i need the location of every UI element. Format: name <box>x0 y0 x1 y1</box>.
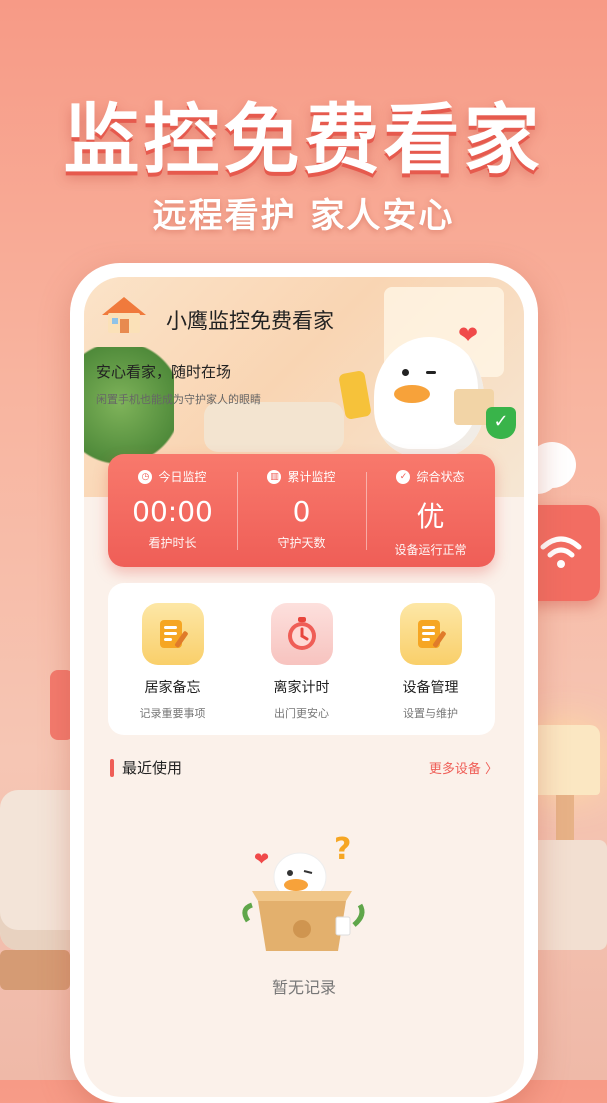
stat-label: 累计监控 <box>287 470 336 484</box>
tool-name: 离家计时 <box>273 680 330 696</box>
tool-away-timer[interactable]: 离家计时 出门更安心 <box>237 583 366 735</box>
stat-label: 综合状态 <box>416 470 465 484</box>
monitoring-stats-card: ◷ 今日监控 00:00 看护时长 ▥ 累计监控 0 守护天数 ✓ 综合状态 优 设备… <box>108 454 495 567</box>
duck-beak <box>394 385 430 403</box>
tool-device-manage[interactable]: 设备管理 设置与维护 <box>366 583 495 735</box>
svg-text:❤: ❤ <box>254 849 269 870</box>
app-title: 小鹰监控免费看家 <box>166 309 334 333</box>
stopwatch-icon <box>270 603 333 665</box>
notepad-edit-icon <box>399 603 462 665</box>
app-tagline-small: 闲置手机也能成为守护家人的眼睛 <box>96 393 261 406</box>
sofa-illustration <box>204 402 344 452</box>
table-decoration <box>0 950 70 990</box>
tool-name: 居家备忘 <box>144 680 201 696</box>
phone-frame: ❤ ✓ 小鹰监控免费看家 安心看家，随时在场 闲置手机也能成为守护家人的眼睛 ◷… <box>70 263 538 1103</box>
stat-label: 今日监控 <box>158 470 207 484</box>
app-tagline: 安心看家，随时在场 <box>96 363 232 381</box>
tool-desc: 设置与维护 <box>403 707 458 720</box>
heart-icon: ❤ <box>458 321 479 349</box>
stat-sub: 守护天数 <box>277 536 326 550</box>
empty-state-text: 暂无记录 <box>271 978 336 997</box>
shield-icon: ✓ <box>396 469 411 484</box>
recent-section-title: 最近使用 <box>122 759 183 777</box>
poster-headline: 监控免费看家 <box>63 95 544 184</box>
shield-check-icon: ✓ <box>486 407 516 439</box>
empty-box-illustration: ? ❤ <box>242 832 365 951</box>
house-icon <box>102 297 146 333</box>
cabinet-decoration <box>528 840 607 950</box>
more-devices-link[interactable]: 更多设备 〉 <box>429 758 498 777</box>
notepad-icon <box>141 603 204 665</box>
stat-value: 优 <box>416 500 445 533</box>
app-screen: ❤ ✓ 小鹰监控免费看家 安心看家，随时在场 闲置手机也能成为守护家人的眼睛 ◷… <box>84 277 524 1097</box>
svg-text:?: ? <box>334 832 351 867</box>
tool-desc: 记录重要事项 <box>139 707 206 720</box>
tool-home-memo[interactable]: 居家备忘 记录重要事项 <box>108 583 237 735</box>
stat-total: ▥ 累计监控 0 守护天数 <box>237 454 366 567</box>
stat-value: 0 <box>292 495 311 528</box>
stat-sub: 设备运行正常 <box>394 543 467 557</box>
section-accent-bar <box>110 759 114 777</box>
stat-status: ✓ 综合状态 优 设备运行正常 <box>366 454 495 567</box>
stat-value: 00:00 <box>132 495 213 528</box>
sofa-decoration <box>0 790 80 950</box>
duck-wink <box>426 371 436 374</box>
clock-icon: ◷ <box>138 469 153 484</box>
tool-desc: 出门更安心 <box>274 707 329 720</box>
bar-chart-icon: ▥ <box>267 469 282 484</box>
lamp-decoration <box>530 725 600 795</box>
stat-today: ◷ 今日监控 00:00 看护时长 <box>108 454 237 567</box>
tool-name: 设备管理 <box>402 680 459 696</box>
lamp-base-decoration <box>556 795 574 840</box>
stat-sub: 看护时长 <box>148 536 197 550</box>
tools-card: 居家备忘 记录重要事项 离家计时 出门更安心 设备管理 设置与维护 <box>108 583 495 735</box>
poster-subline: 远程看护 家人安心 <box>152 196 455 236</box>
duck-eye <box>402 369 409 376</box>
